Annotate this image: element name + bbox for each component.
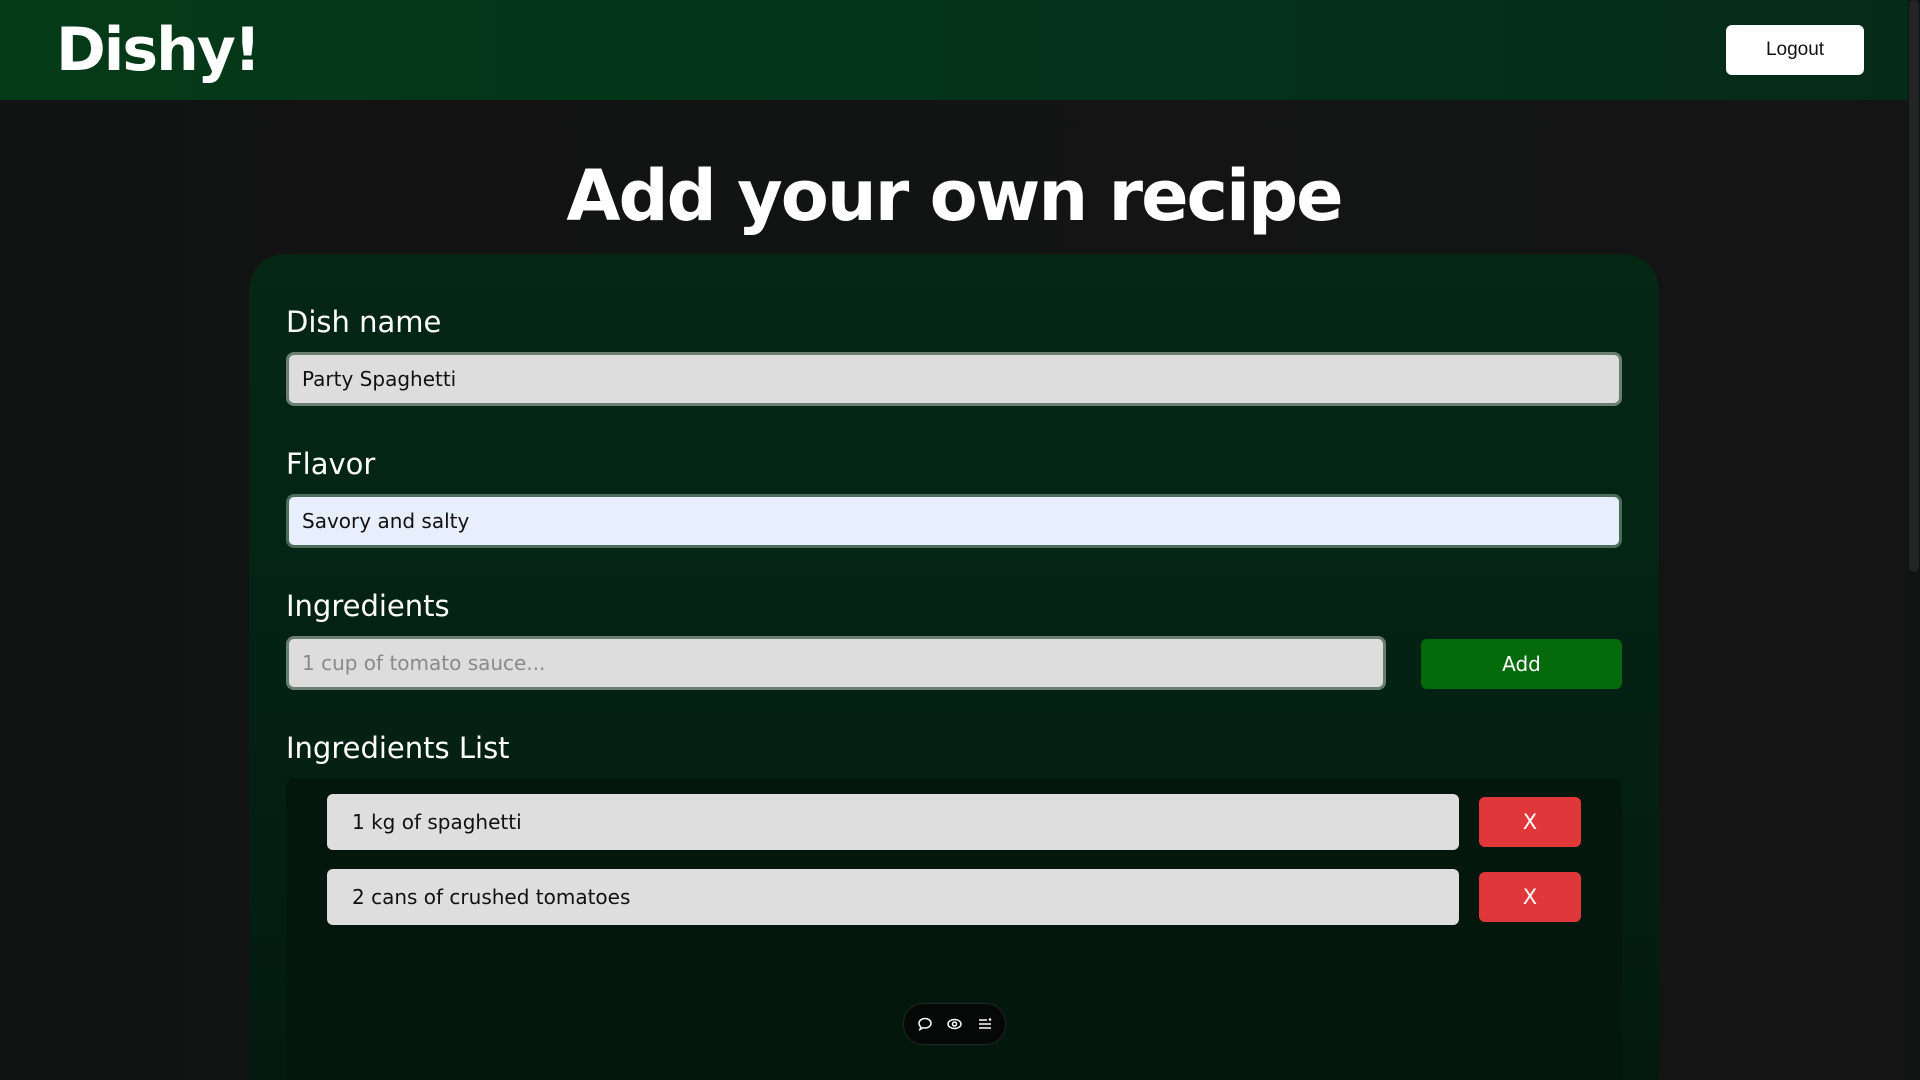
list-item: 2 cans of crushed tomatoes: [327, 869, 1459, 925]
page-title: Add your own recipe: [566, 155, 1343, 237]
top-navbar: Dishy! Logout: [0, 0, 1908, 100]
floating-toolbar: [903, 1003, 1006, 1045]
add-ingredient-button[interactable]: Add: [1421, 639, 1622, 689]
dish-name-input[interactable]: [286, 352, 1622, 406]
list-item-text: 2 cans of crushed tomatoes: [352, 885, 631, 909]
eye-icon[interactable]: [946, 1015, 964, 1033]
scrollbar-thumb[interactable]: [1909, 0, 1919, 572]
ingredients-list-label: Ingredients List: [286, 731, 510, 765]
ingredients-label: Ingredients: [286, 589, 450, 623]
list-item: 1 kg of spaghetti: [327, 794, 1459, 850]
flavor-input[interactable]: [286, 494, 1622, 548]
logout-button[interactable]: Logout: [1726, 25, 1864, 75]
comment-icon[interactable]: [916, 1015, 934, 1033]
remove-ingredient-button[interactable]: X: [1479, 797, 1581, 847]
list-icon[interactable]: [976, 1015, 994, 1033]
remove-ingredient-button[interactable]: X: [1479, 872, 1581, 922]
flavor-label: Flavor: [286, 447, 376, 481]
dish-name-label: Dish name: [286, 305, 442, 339]
app-logo[interactable]: Dishy!: [56, 10, 261, 90]
list-item-text: 1 kg of spaghetti: [352, 810, 522, 834]
ingredient-input[interactable]: [286, 636, 1386, 690]
page: Dishy! Logout Add your own recipe Dish n…: [0, 0, 1920, 1080]
